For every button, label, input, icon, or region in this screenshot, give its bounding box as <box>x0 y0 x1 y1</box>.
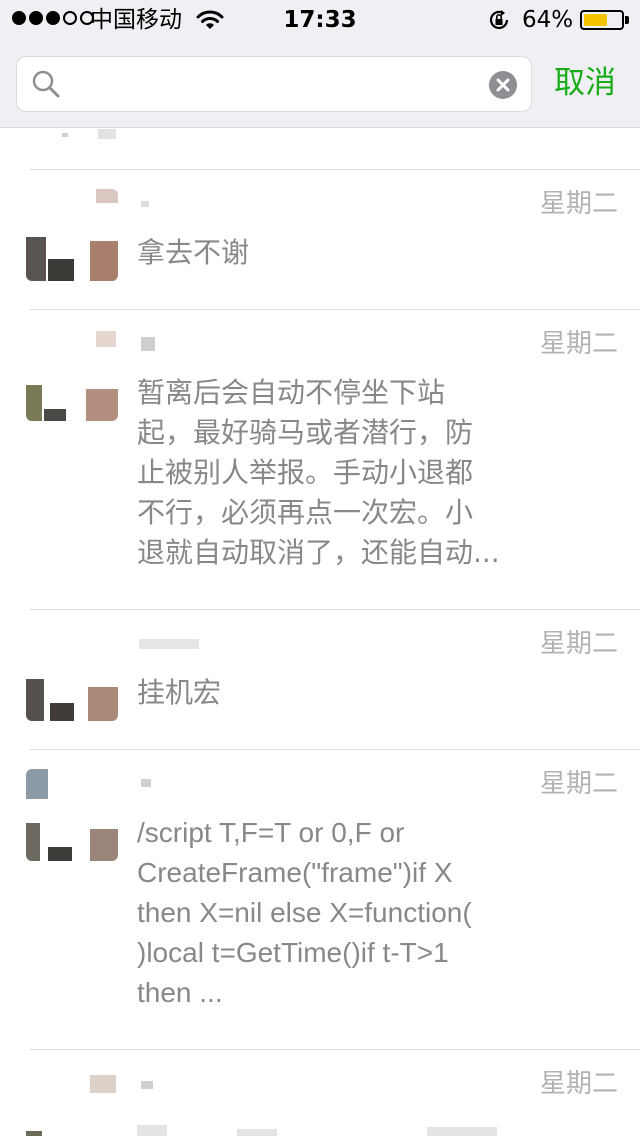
avatar[interactable] <box>26 329 118 421</box>
divider <box>30 609 640 610</box>
message-snippet: 拿去不谢 <box>137 236 250 269</box>
divider <box>30 1049 640 1050</box>
search-input[interactable] <box>73 65 473 103</box>
battery-percent: 64% <box>522 7 574 33</box>
list-item[interactable]: 星期二 <box>0 1049 640 1136</box>
message-date: 星期二 <box>539 189 618 219</box>
avatar[interactable] <box>26 629 118 721</box>
avatar[interactable] <box>26 1069 118 1136</box>
battery-level <box>584 14 607 26</box>
contact-name-redacted <box>141 779 151 787</box>
message-date: 星期二 <box>539 769 618 799</box>
contact-name-redacted <box>141 337 155 351</box>
battery-cap <box>625 16 629 24</box>
divider <box>30 169 640 170</box>
cancel-button[interactable]: 取消 <box>554 63 616 103</box>
contact-name-redacted <box>141 201 149 207</box>
search-results-list: 星期二 拿去不谢 星期二 暂离后会自动不停坐下站 起，最好骑马或者潜行，防 止被… <box>0 129 640 1136</box>
avatar[interactable] <box>26 769 118 861</box>
message-date: 星期二 <box>539 629 618 659</box>
message-snippet: 挂机宏 <box>137 676 222 709</box>
obscured-previous-item <box>22 129 152 159</box>
search-icon <box>32 70 60 98</box>
clear-search-icon[interactable] <box>488 70 518 100</box>
status-bar: 中国移动 17:33 64% <box>0 0 640 40</box>
message-date: 星期二 <box>539 329 618 359</box>
divider <box>30 309 640 310</box>
list-item[interactable]: 星期二 暂离后会自动不停坐下站 起，最好骑马或者潜行，防 止被别人举报。手动小退… <box>0 309 640 609</box>
message-date: 星期二 <box>539 1069 618 1099</box>
message-snippet: 暂离后会自动不停坐下站 起，最好骑马或者潜行，防 止被别人举报。手动小退都 不行… <box>137 376 500 569</box>
contact-name-redacted <box>141 1081 153 1089</box>
message-snippet-redacted <box>137 1125 497 1136</box>
search-header: 中国移动 17:33 64% 取消 <box>0 0 640 128</box>
divider <box>30 749 640 750</box>
list-item[interactable]: 星期二 /script T,F=T or 0,F or CreateFrame(… <box>0 749 640 1049</box>
list-item[interactable]: 星期二 挂机宏 <box>0 609 640 749</box>
message-snippet: /script T,F=T or 0,F or CreateFrame("fra… <box>137 817 472 1008</box>
orientation-lock-icon <box>489 10 509 29</box>
search-bar[interactable] <box>16 56 532 112</box>
avatar[interactable] <box>26 189 118 281</box>
contact-name-redacted <box>139 639 199 649</box>
list-item[interactable]: 星期二 拿去不谢 <box>0 169 640 309</box>
battery-icon <box>580 10 624 30</box>
